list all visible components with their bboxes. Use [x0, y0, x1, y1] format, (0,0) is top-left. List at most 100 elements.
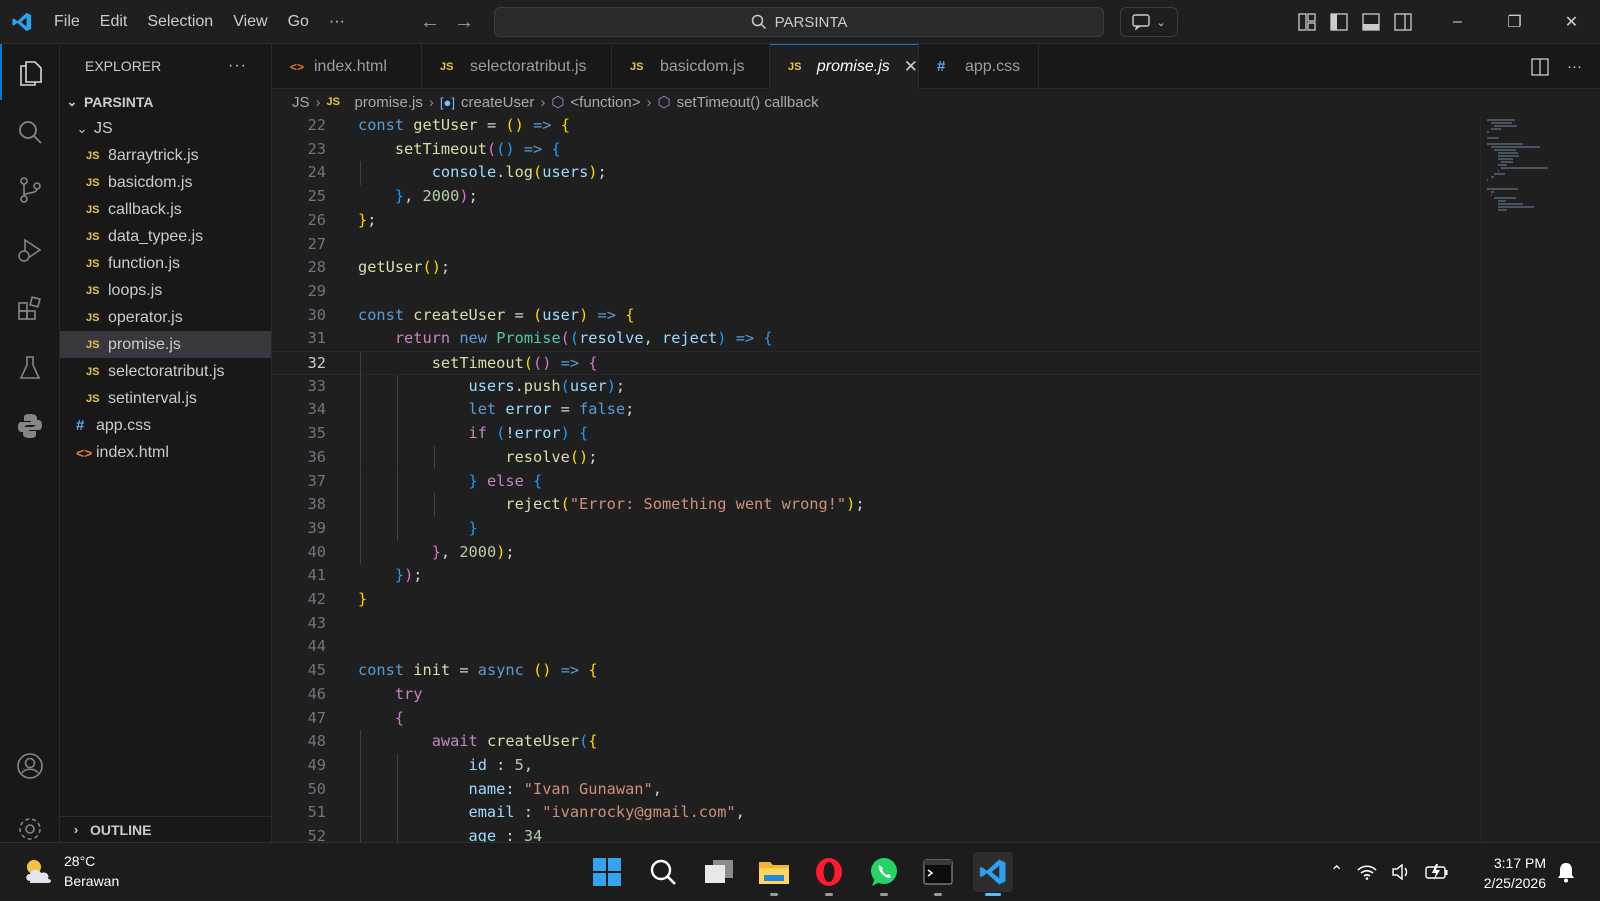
menu-selection[interactable]: Selection: [137, 0, 223, 44]
code-line[interactable]: 38 reject("Error: Something went wrong!"…: [272, 493, 1480, 517]
code-line[interactable]: 42}: [272, 588, 1480, 612]
code-line[interactable]: 30 const createUser = (user) => {: [272, 304, 1480, 328]
code-line[interactable]: 25 }, 2000);: [272, 185, 1480, 209]
code-line[interactable]: 29: [272, 280, 1480, 304]
clock[interactable]: 3:17 PM 2/25/2026: [1474, 853, 1546, 893]
minimize-icon[interactable]: –: [1429, 0, 1486, 44]
breadcrumb-symbol[interactable]: createUser: [461, 94, 534, 111]
breadcrumb-symbol[interactable]: <function>: [570, 94, 640, 111]
file-basicdom[interactable]: JS basicdom.js: [60, 169, 271, 196]
close-tab-icon[interactable]: ✕: [904, 57, 918, 77]
weather-widget[interactable]: 28°C Berawan: [22, 851, 119, 891]
terminal-icon[interactable]: [918, 852, 958, 896]
run-debug-icon[interactable]: [0, 222, 60, 278]
customize-layout-icon[interactable]: [1298, 13, 1316, 31]
file-explorer-icon[interactable]: [754, 852, 794, 896]
wifi-icon[interactable]: [1357, 864, 1377, 880]
file-function[interactable]: JS function.js: [60, 250, 271, 277]
forward-arrow-icon[interactable]: →: [454, 11, 474, 34]
start-windows-icon[interactable]: [587, 852, 627, 892]
settings-gear-icon[interactable]: [0, 796, 60, 842]
file-index-html[interactable]: <> index.html: [60, 439, 271, 466]
code-line[interactable]: 48 await createUser({: [272, 730, 1480, 754]
code-line[interactable]: 36 resolve();: [272, 446, 1480, 470]
minimap[interactable]: [1480, 115, 1600, 842]
search-icon[interactable]: [643, 852, 683, 892]
code-editor[interactable]: 22 const getUser = () => {23 setTimeout((…: [272, 115, 1480, 842]
restore-icon[interactable]: ❐: [1486, 0, 1543, 44]
notifications-icon[interactable]: [1556, 861, 1576, 888]
command-center-search[interactable]: PARSINTA: [494, 7, 1104, 37]
code-line[interactable]: 40 }, 2000);: [272, 541, 1480, 565]
python-icon[interactable]: [0, 398, 60, 454]
tab-index-html[interactable]: <> index.html: [272, 44, 422, 89]
copilot-button[interactable]: ⌄: [1120, 7, 1178, 37]
menu-go[interactable]: Go: [278, 0, 319, 44]
vscode-taskbar-icon[interactable]: [973, 852, 1013, 896]
menu-view[interactable]: View: [223, 0, 277, 44]
code-line[interactable]: 24 console.log(users);: [272, 161, 1480, 185]
back-arrow-icon[interactable]: ←: [420, 11, 440, 34]
code-line[interactable]: 43: [272, 612, 1480, 636]
code-line[interactable]: 49 id : 5,: [272, 754, 1480, 778]
source-control-icon[interactable]: [0, 162, 60, 218]
folder-js[interactable]: ⌄ JS: [60, 115, 271, 142]
code-line[interactable]: 31 return new Promise((resolve, reject) …: [272, 327, 1480, 351]
code-line[interactable]: 46 try: [272, 683, 1480, 707]
code-line[interactable]: 52 age : 34: [272, 825, 1480, 842]
code-line[interactable]: 51 email : "ivanrocky@gmail.com",: [272, 801, 1480, 825]
code-line[interactable]: 26};: [272, 209, 1480, 233]
file-8arraytrick[interactable]: JS 8arraytrick.js: [60, 142, 271, 169]
tab-app-css[interactable]: # app.css: [919, 44, 1039, 89]
tab-promise[interactable]: JS promise.js ✕: [770, 44, 919, 89]
file-selectoratribut[interactable]: JS selectoratribut.js: [60, 358, 271, 385]
whatsapp-icon[interactable]: [864, 852, 904, 896]
file-operator[interactable]: JS operator.js: [60, 304, 271, 331]
code-line[interactable]: 45 const init = async () => {: [272, 659, 1480, 683]
code-line[interactable]: 27: [272, 233, 1480, 257]
search-view-icon[interactable]: [0, 104, 60, 160]
file-app-css[interactable]: # app.css: [60, 412, 271, 439]
task-view-icon[interactable]: [699, 852, 739, 892]
workspace-root-folder[interactable]: ⌄ PARSINTA: [60, 88, 271, 115]
menu-edit[interactable]: Edit: [90, 0, 138, 44]
more-actions-icon[interactable]: ···: [228, 57, 247, 75]
split-editor-icon[interactable]: [1531, 57, 1549, 76]
code-line[interactable]: 23 setTimeout(() => {: [272, 138, 1480, 162]
code-line[interactable]: 44: [272, 635, 1480, 659]
file-loops[interactable]: JS loops.js: [60, 277, 271, 304]
chevron-up-icon[interactable]: ⌃: [1330, 862, 1343, 882]
file-setinterval[interactable]: JS setinterval.js: [60, 385, 271, 412]
battery-charging-icon[interactable]: [1425, 863, 1449, 881]
file-callback[interactable]: JS callback.js: [60, 196, 271, 223]
toggle-secondary-sidebar-icon[interactable]: [1394, 13, 1412, 31]
code-line[interactable]: 50 name: "Ivan Gunawan",: [272, 778, 1480, 802]
code-line[interactable]: 41 });: [272, 564, 1480, 588]
file-promise[interactable]: JS promise.js: [60, 331, 271, 358]
close-icon[interactable]: ✕: [1543, 0, 1600, 44]
menu-file[interactable]: File: [44, 0, 90, 44]
toggle-panel-icon[interactable]: [1362, 13, 1380, 31]
tab-basicdom[interactable]: JS basicdom.js: [612, 44, 770, 89]
testing-flask-icon[interactable]: [0, 340, 60, 396]
outline-section[interactable]: › OUTLINE: [60, 816, 271, 842]
code-line[interactable]: 32 setTimeout(() => {: [272, 351, 1480, 375]
extensions-icon[interactable]: [0, 280, 60, 336]
explorer-icon[interactable]: [0, 44, 60, 100]
breadcrumb-symbol[interactable]: setTimeout() callback: [677, 94, 819, 111]
volume-icon[interactable]: [1391, 863, 1411, 881]
code-line[interactable]: 35 if (!error) {: [272, 422, 1480, 446]
code-line[interactable]: 37 } else {: [272, 470, 1480, 494]
opera-browser-icon[interactable]: [809, 852, 849, 896]
code-line[interactable]: 39 }: [272, 517, 1480, 541]
tab-selectoratribut[interactable]: JS selectoratribut.js: [422, 44, 612, 89]
code-line[interactable]: 22 const getUser = () => {: [272, 115, 1480, 138]
toggle-primary-sidebar-icon[interactable]: [1330, 13, 1348, 31]
code-line[interactable]: 28 getUser();: [272, 256, 1480, 280]
accounts-icon[interactable]: [0, 738, 60, 794]
breadcrumb-file[interactable]: promise.js: [355, 94, 423, 111]
menu-more[interactable]: ···: [319, 0, 355, 44]
file-data-typee[interactable]: JS data_typee.js: [60, 223, 271, 250]
code-line[interactable]: 34 let error = false;: [272, 398, 1480, 422]
more-actions-icon[interactable]: ···: [1567, 58, 1582, 75]
